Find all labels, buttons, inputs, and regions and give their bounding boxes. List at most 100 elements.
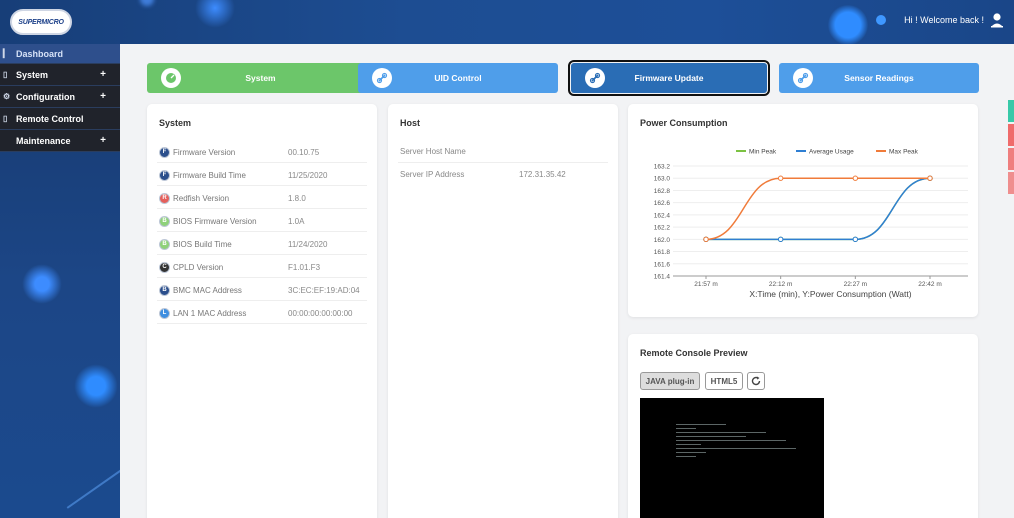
- info-value: 00.10.75: [288, 147, 320, 157]
- system-info-row: B BIOS Build Time 11/24/2020: [159, 236, 327, 252]
- y-tick-label: 162.6: [654, 200, 671, 207]
- expand-icon: +: [100, 91, 106, 102]
- info-label: LAN 1 MAC Address: [173, 308, 247, 318]
- uid-control-button[interactable]: UID Control: [358, 63, 558, 93]
- side-tab-red[interactable]: [1008, 124, 1014, 146]
- top-bar: SUPERMICRO Hi ! Welcome back !: [0, 0, 1014, 44]
- sidebar-glow: [66, 461, 120, 509]
- divider: [157, 162, 367, 163]
- power-consumption-chart: 163.2 163.0 162.8 162.6 162.4 162.2 162.0 161.8…: [654, 149, 968, 299]
- side-tab-red[interactable]: [1008, 148, 1014, 170]
- system-quick-label: System: [245, 73, 276, 83]
- supermicro-logo[interactable]: SUPERMICRO: [10, 9, 72, 35]
- info-badge-icon: B: [159, 215, 170, 227]
- system-info-row: C CPLD Version F1.01.F3: [159, 259, 320, 275]
- info-badge-icon: C: [159, 261, 170, 273]
- info-value: 00:00:00:00:00:00: [288, 308, 353, 318]
- info-label: BMC MAC Address: [173, 285, 242, 295]
- console-text-line: [676, 436, 746, 437]
- sidebar-item-maintenance[interactable]: Maintenance +: [0, 130, 120, 152]
- info-value: 11/24/2020: [288, 239, 328, 249]
- console-preview-screen[interactable]: [640, 398, 824, 518]
- refresh-button[interactable]: [747, 372, 765, 390]
- power-consumption-card: Power Consumption 163.2 163.0 162.8 162.6 16…: [628, 104, 978, 317]
- link-icon: [372, 68, 392, 88]
- y-tick-label: 162.0: [654, 237, 671, 244]
- console-text-line: [676, 428, 696, 429]
- html5-label: HTML5: [710, 376, 738, 386]
- sidebar: ▎ Dashboard ▯ System + ⚙ Configuration +…: [0, 44, 120, 518]
- divider: [157, 300, 367, 301]
- side-tab-red[interactable]: [1008, 172, 1014, 194]
- console-text-line: [676, 444, 701, 445]
- remote-console-title: Remote Console Preview: [640, 348, 748, 358]
- data-point: [927, 175, 933, 181]
- system-card: System F Firmware Version 00.10.75 F Firmwar…: [147, 104, 377, 518]
- console-text-line: [676, 424, 726, 425]
- console-text-line: [676, 432, 766, 433]
- system-icon: ▯: [3, 70, 8, 79]
- sidebar-item-remote-control[interactable]: ▯ Remote Control: [0, 108, 120, 130]
- system-info-row: F Firmware Build Time 11/25/2020: [159, 167, 327, 183]
- sidebar-item-dashboard[interactable]: ▎ Dashboard: [0, 44, 120, 64]
- firmware-update-button[interactable]: Firmware Update: [568, 60, 770, 96]
- info-value: F1.01.F3: [288, 262, 321, 272]
- expand-icon: +: [100, 69, 106, 80]
- info-value: 1.8.0: [288, 193, 306, 203]
- info-badge-icon: F: [159, 146, 170, 158]
- y-tick-label: 163.2: [654, 164, 671, 171]
- info-value: 1.0A: [288, 216, 305, 226]
- y-tick-label: 162.4: [654, 212, 671, 219]
- system-info-row: B BMC MAC Address 3C:EC:EF:19:AD:04: [159, 282, 360, 298]
- info-badge-icon: B: [159, 238, 170, 250]
- sidebar-item-system[interactable]: ▯ System +: [0, 64, 120, 86]
- info-badge-icon: B: [159, 284, 170, 296]
- series-line: [705, 177, 930, 241]
- system-quick-button[interactable]: System: [147, 63, 374, 93]
- info-badge-icon: L: [159, 307, 170, 319]
- speedometer-icon: [161, 68, 181, 88]
- x-tick-label: 22:27 m: [844, 281, 868, 288]
- sidebar-item-configuration[interactable]: ⚙ Configuration +: [0, 86, 120, 108]
- server-ip-value: 172.31.35.42: [519, 170, 566, 179]
- link-icon: [585, 68, 605, 88]
- info-value: 11/25/2020: [288, 170, 328, 180]
- y-tick-label: 161.4: [654, 274, 671, 281]
- sensor-readings-button[interactable]: Sensor Readings: [779, 63, 979, 93]
- divider: [157, 254, 367, 255]
- system-info-row: R Redfish Version 1.8.0: [159, 190, 306, 206]
- java-plugin-button[interactable]: JAVA plug-in: [640, 372, 700, 390]
- system-info-row: B BIOS Firmware Version 1.0A: [159, 213, 304, 229]
- system-info-row: L LAN 1 MAC Address 00:00:00:00:00:00: [159, 305, 353, 321]
- server-host-name-label: Server Host Name: [400, 147, 466, 156]
- console-text-line: [676, 456, 696, 457]
- welcome-text: Hi ! Welcome back !: [904, 15, 984, 25]
- legend-label: Min Peak: [749, 149, 777, 156]
- x-tick-label: 22:42 m: [918, 281, 942, 288]
- sidebar-glow: [22, 264, 62, 304]
- divider: [157, 323, 367, 324]
- expand-icon: +: [100, 135, 106, 146]
- info-badge-icon: R: [159, 192, 170, 204]
- sidebar-item-label: System: [16, 70, 49, 80]
- header-glow: [876, 15, 886, 25]
- divider: [157, 208, 367, 209]
- divider: [157, 185, 367, 186]
- legend-label: Average Usage: [809, 149, 854, 156]
- info-label: Firmware Build Time: [173, 170, 246, 180]
- console-text-line: [676, 448, 796, 449]
- side-tab-teal[interactable]: [1008, 100, 1014, 122]
- console-text-line: [676, 452, 706, 453]
- data-point: [852, 175, 859, 181]
- header-glow: [195, 0, 235, 28]
- x-axis-label: X:Time (min), Y:Power Consumption (Watt): [749, 289, 911, 299]
- y-tick-label: 162.8: [654, 188, 671, 195]
- y-tick-label: 163.0: [654, 176, 671, 183]
- info-badge-icon: F: [159, 169, 170, 181]
- header-glow: [828, 5, 868, 44]
- user-icon[interactable]: [990, 12, 1004, 28]
- sidebar-item-label: Dashboard: [16, 49, 64, 59]
- html5-button[interactable]: HTML5: [705, 372, 743, 390]
- system-info-row: F Firmware Version 00.10.75: [159, 144, 319, 160]
- y-tick-label: 161.6: [654, 261, 671, 268]
